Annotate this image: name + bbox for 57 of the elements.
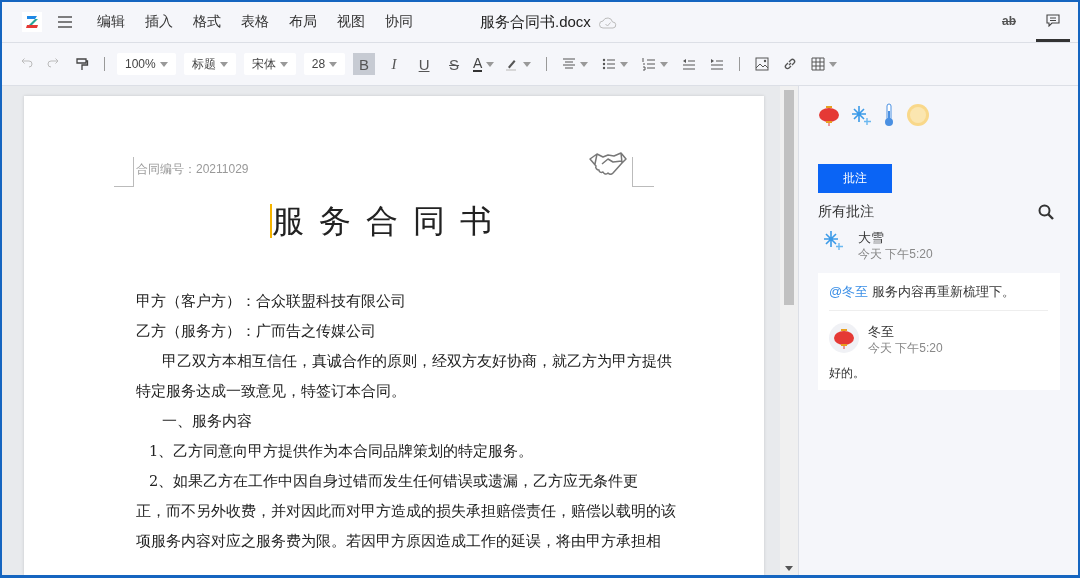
lantern-icon[interactable] [818, 104, 840, 126]
thermometer-icon[interactable] [882, 103, 896, 127]
caret-icon [279, 61, 288, 67]
caret-icon [486, 61, 495, 67]
section-heading: 所有批注 [818, 203, 874, 221]
caret-icon [219, 61, 228, 67]
body-text: 正，而不另外收费，并对因此而对甲方造成的损失承担赔偿责任，赔偿以载明的该 [136, 503, 676, 519]
body-text: 1、乙方同意向甲方提供作为本合同品牌策划的特定服务。 [149, 443, 534, 459]
crop-mark [114, 157, 134, 187]
menu-icon[interactable] [58, 16, 72, 28]
body-text: 乙方（服务方）：广而告之传媒公司 [136, 323, 376, 339]
menu-item[interactable]: 格式 [192, 11, 222, 33]
menu-item[interactable]: 插入 [144, 11, 174, 33]
style-dropdown[interactable]: 标题 [183, 53, 236, 75]
text-cursor [270, 204, 272, 238]
scroll-down-icon[interactable] [785, 566, 793, 571]
comment-author: 大雪 [858, 229, 885, 246]
scrollbar-thumb[interactable] [784, 90, 794, 305]
document-heading: 服务合同书 [272, 201, 507, 241]
cloud-check-icon [598, 16, 617, 29]
mention-link[interactable]: @冬至 [829, 284, 869, 299]
search-icon[interactable] [1038, 204, 1054, 220]
comment-button[interactable]: 批注 [818, 164, 892, 193]
reply-text: 好的。 [829, 365, 866, 382]
body-text: 甲乙双方本相互信任，真诚合作的原则，经双方友好协商，就乙方为甲方提供 [162, 353, 672, 369]
menu-item[interactable]: 编辑 [96, 11, 126, 33]
snowflake-icon[interactable] [850, 104, 872, 126]
avatar-snowflake-icon [822, 229, 844, 251]
menu-item[interactable]: 表格 [240, 11, 270, 33]
contract-number: 合同编号：20211029 [136, 161, 250, 178]
bold-button[interactable]: B [353, 53, 376, 75]
menu-item[interactable]: 视图 [336, 11, 366, 33]
body-text: 特定服务达成一致意见，特签订本合同。 [136, 383, 406, 399]
italic-button[interactable]: I [383, 53, 406, 75]
caret-icon [159, 61, 168, 67]
comment-text: 服务内容再重新梳理下。 [871, 284, 1015, 299]
font-size-dropdown[interactable]: 28 [303, 53, 346, 75]
menu-item[interactable]: 布局 [288, 11, 318, 33]
comment-icon [1046, 14, 1060, 27]
strikethrough-button[interactable]: S [443, 53, 466, 75]
reply-time: 今天 下午5:20 [868, 340, 943, 357]
body-text: 2、如果乙方在工作中因自身过错而发生任何错误或遗漏，乙方应无条件更 [149, 473, 639, 489]
document-title: 服务合同书.docx [480, 13, 591, 32]
comment-time: 今天 下午5:20 [858, 246, 933, 263]
body-text: 一、服务内容 [162, 413, 252, 429]
body-text: 项服务内容对应之服务费为限。若因甲方原因造成工作的延误，将由甲方承担相 [136, 533, 661, 549]
underline-button[interactable]: U [413, 53, 436, 75]
font-color-button[interactable]: A [473, 56, 495, 72]
zoom-dropdown[interactable]: 100% [117, 53, 176, 75]
strikethrough-tab[interactable]: ab [992, 2, 1026, 42]
caret-icon [329, 61, 338, 67]
crop-mark [632, 157, 654, 187]
font-dropdown[interactable]: 宋体 [243, 53, 296, 75]
reply-author: 冬至 [868, 323, 895, 340]
body-text: 甲方（客户方）：合众联盟科技有限公司 [136, 293, 406, 309]
app-logo-icon[interactable] [22, 12, 42, 32]
menu-item[interactable]: 协同 [384, 11, 414, 33]
